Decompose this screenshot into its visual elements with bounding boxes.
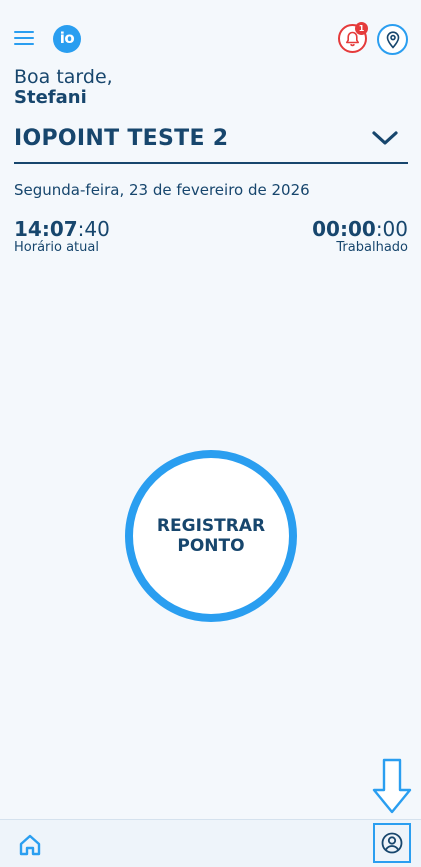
worked-time-label: Trabalhado [336, 240, 408, 255]
bottom-navigation [0, 819, 421, 867]
notification-badge: 1 [355, 22, 368, 35]
location-button[interactable] [377, 24, 408, 55]
company-selector[interactable]: IOPOINT TESTE 2 [14, 124, 408, 164]
worked-time: 00:00:00 [312, 217, 408, 241]
current-time-label: Horário atual [14, 240, 99, 255]
user-name: Stefani [14, 87, 87, 108]
location-pin-icon [386, 31, 400, 49]
chevron-down-icon[interactable] [372, 130, 398, 146]
current-time: 14:07:40 [14, 217, 110, 241]
current-time-block: 14:07:40 Horário atual [14, 218, 110, 255]
register-label-line1: REGISTRAR [156, 516, 266, 536]
home-icon[interactable] [18, 834, 42, 856]
register-label-line2: PONTO [177, 536, 245, 556]
worked-time-block: 00:00:00 Trabalhado [312, 218, 408, 255]
greeting-text: Boa tarde, [14, 66, 113, 88]
current-date: Segunda-feira, 23 de fevereiro de 2026 [14, 181, 310, 199]
down-arrow-icon [372, 758, 412, 814]
app-logo: io [53, 25, 81, 53]
notifications-button[interactable]: 1 [338, 22, 368, 53]
user-profile-icon [381, 832, 403, 854]
register-punch-button[interactable]: REGISTRAR PONTO [125, 450, 297, 622]
menu-icon[interactable] [14, 31, 34, 47]
company-name: IOPOINT TESTE 2 [14, 126, 229, 151]
profile-button[interactable] [373, 823, 411, 863]
